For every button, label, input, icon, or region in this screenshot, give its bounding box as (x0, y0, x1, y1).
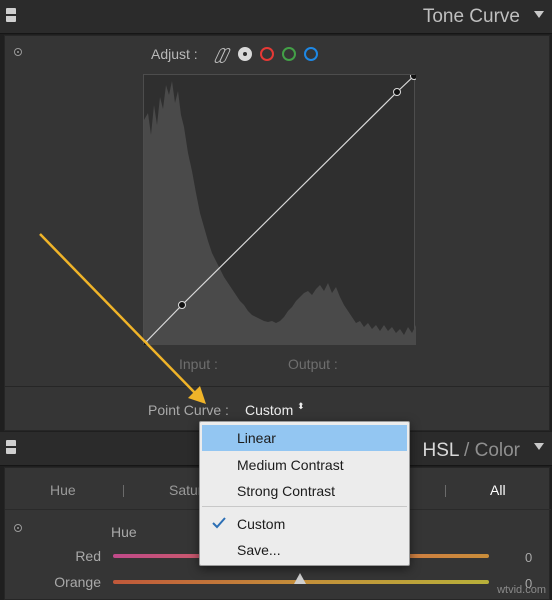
tab-divider (123, 485, 124, 497)
output-label: Output : (288, 356, 338, 372)
stepper-icon[interactable]: ⬍ (297, 402, 305, 411)
orange-slider-label: Orange (54, 574, 101, 590)
green-channel-icon[interactable] (281, 47, 296, 61)
input-output-readout: Input : Output : (5, 356, 551, 374)
point-curve-dropdown-menu: Linear Medium Contrast Strong Contrast C… (199, 421, 410, 566)
hsl-tab-title[interactable]: HSL (422, 440, 458, 461)
menu-item-medium-contrast[interactable]: Medium Contrast (202, 452, 407, 478)
tone-curve-graph[interactable] (143, 74, 416, 345)
input-label: Input : (179, 356, 218, 372)
curve-point-white[interactable] (410, 75, 417, 80)
panel-toggle-icon[interactable] (6, 440, 16, 454)
parametric-curve-icon[interactable] (214, 47, 230, 61)
curve-canvas[interactable] (144, 75, 416, 345)
divider (5, 386, 549, 387)
curve-point-shadow[interactable] (178, 301, 186, 309)
curve-point-highlight[interactable] (393, 88, 401, 96)
collapse-caret-icon[interactable] (534, 11, 544, 18)
point-curve-row: Point Curve : Custom ⬍ (5, 402, 551, 420)
targeted-adjustment-icon[interactable] (14, 48, 22, 56)
tab-all[interactable]: All (490, 482, 506, 498)
red-slider-label: Red (75, 548, 101, 564)
collapse-caret-icon[interactable] (534, 443, 544, 450)
title-separator: / (464, 440, 470, 461)
red-channel-icon[interactable] (259, 47, 274, 61)
tab-saturation[interactable]: Satur (169, 482, 202, 498)
adjust-label: Adjust : (151, 46, 198, 62)
tone-curve-title: Tone Curve (422, 6, 520, 27)
menu-item-custom[interactable]: Custom (202, 511, 407, 537)
adjust-row: Adjust : (151, 44, 326, 64)
targeted-adjustment-icon[interactable] (14, 524, 22, 532)
point-curve-select[interactable]: Custom (245, 402, 293, 418)
menu-divider (202, 506, 407, 507)
rgb-channel-icon[interactable] (237, 47, 252, 61)
hsl-color-title: HSL / Color (422, 440, 520, 462)
menu-item-linear[interactable]: Linear (202, 425, 407, 451)
panel-toggle-icon[interactable] (6, 8, 16, 22)
color-tab-title[interactable]: Color (475, 440, 520, 461)
slider-thumb[interactable] (294, 573, 306, 584)
menu-item-custom-label: Custom (237, 516, 286, 532)
tab-divider (445, 485, 446, 497)
red-slider-value[interactable]: 0 (525, 550, 532, 565)
blue-channel-icon[interactable] (303, 47, 318, 61)
watermark: wtvid.com (497, 584, 546, 596)
menu-item-save[interactable]: Save... (202, 537, 407, 563)
tone-curve-header[interactable]: Tone Curve (0, 0, 552, 34)
tone-curve-panel: Adjust : Input : Output : Point Curve : … (4, 35, 550, 431)
menu-item-strong-contrast[interactable]: Strong Contrast (202, 478, 407, 504)
hue-section-label: Hue (111, 524, 137, 540)
checkmark-icon (212, 517, 226, 529)
tab-hue[interactable]: Hue (50, 482, 76, 498)
point-curve-label: Point Curve : (148, 402, 229, 418)
